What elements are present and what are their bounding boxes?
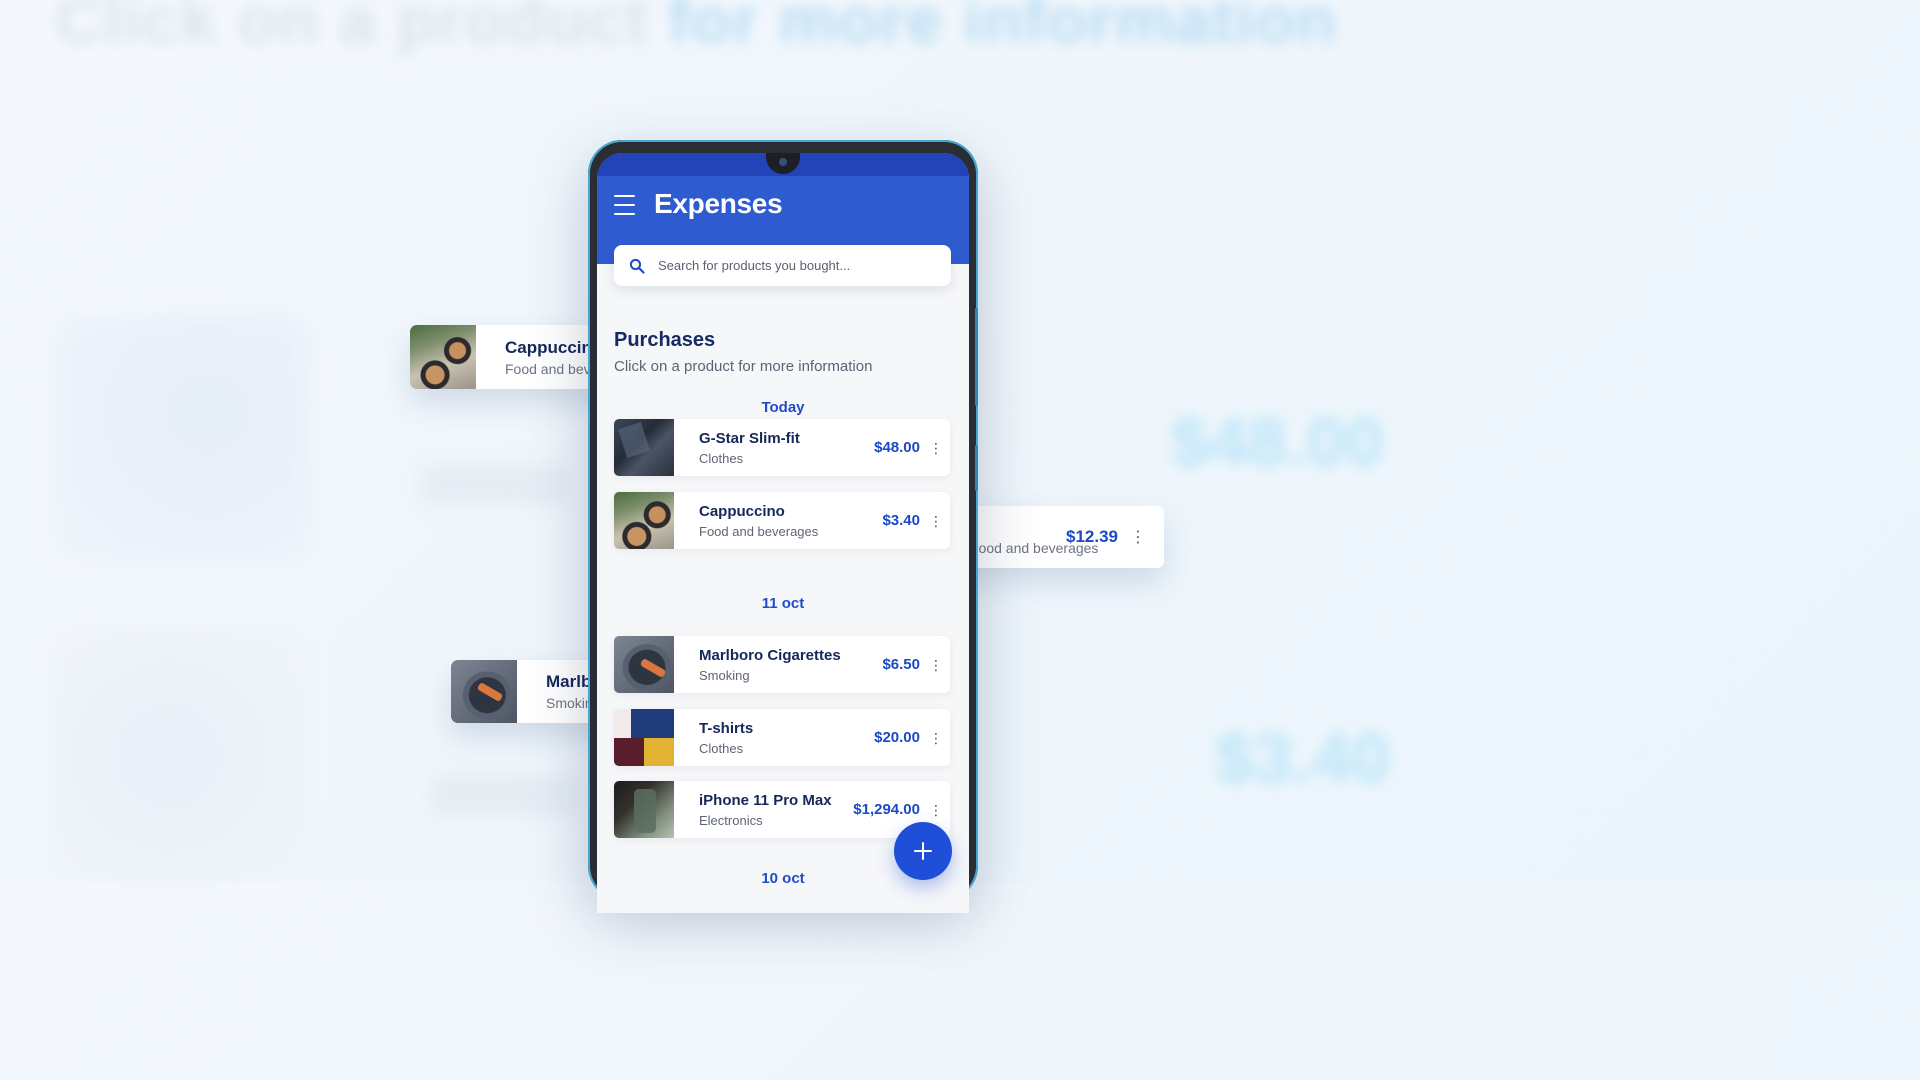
- product-thumbnail: [614, 492, 674, 549]
- background-price: $3.40: [1215, 719, 1391, 797]
- more-options-icon[interactable]: ⋮: [1130, 527, 1146, 547]
- background-heading: Click on a product for more information: [55, 0, 1338, 57]
- product-thumbnail: [614, 636, 674, 693]
- hamburger-menu-icon[interactable]: [614, 195, 635, 215]
- background-product-image: [55, 630, 310, 882]
- product-name: Cappuccino: [699, 502, 785, 520]
- more-options-icon[interactable]: ⋮: [929, 803, 943, 817]
- phone-side-button: [975, 445, 978, 491]
- background-text-blur: [430, 775, 580, 815]
- list-item[interactable]: iPhone 11 Pro Max Electronics $1,294.00 …: [614, 781, 950, 838]
- product-thumbnail: [451, 660, 517, 723]
- product-thumbnail: [614, 709, 674, 766]
- product-category: Smoking: [699, 667, 750, 683]
- more-options-icon[interactable]: ⋮: [929, 731, 943, 745]
- list-item[interactable]: G-Star Slim-fit Clothes $48.00 ⋮: [614, 419, 950, 476]
- add-expense-button[interactable]: [894, 822, 952, 880]
- product-category: Electronics: [699, 812, 763, 828]
- list-item[interactable]: Cappuccino Food and beverages $3.40 ⋮: [614, 492, 950, 549]
- product-price: $1,294.00: [853, 801, 920, 818]
- more-options-icon[interactable]: ⋮: [929, 441, 943, 455]
- product-category: Food and beverages: [699, 523, 819, 539]
- more-options-icon[interactable]: ⋮: [929, 514, 943, 528]
- date-header: 11 oct: [761, 595, 805, 612]
- product-category: Clothes: [699, 740, 744, 756]
- background-text-blur: [420, 465, 570, 505]
- search-icon: [629, 258, 645, 274]
- product-category: Clothes: [699, 450, 744, 466]
- section-title: Purchases: [614, 329, 716, 351]
- floating-product-card[interactable]: Cappuccino Food and beverages: [410, 325, 610, 389]
- product-price: $3.40: [882, 512, 920, 529]
- search-input[interactable]: [656, 257, 930, 274]
- phone-side-button: [975, 308, 978, 406]
- search-bar[interactable]: [614, 245, 951, 286]
- section-subtitle: Click on a product for more information: [614, 358, 873, 375]
- date-header: Today: [761, 399, 805, 416]
- floating-product-card[interactable]: Marlboro Cigarettes Smoking: [451, 660, 611, 723]
- page-title: Expenses: [654, 188, 783, 219]
- background-price: $48.00: [1170, 403, 1385, 481]
- plus-icon: [914, 842, 932, 860]
- product-thumbnail: [614, 419, 674, 476]
- product-price: $6.50: [882, 656, 920, 673]
- product-name: T-shirts: [699, 719, 754, 737]
- app-screen: Expenses Purchases Click on a product fo…: [597, 153, 969, 913]
- list-item[interactable]: T-shirts Clothes $20.00 ⋮: [614, 709, 950, 766]
- product-name: Marlboro Cigarettes: [699, 646, 841, 664]
- product-name: iPhone 11 Pro Max: [699, 791, 832, 809]
- list-item[interactable]: Marlboro Cigarettes Smoking $6.50 ⋮: [614, 636, 950, 693]
- product-thumbnail: [410, 325, 476, 389]
- floating-product-card[interactable]: Food and beverages $12.39 ⋮: [950, 506, 1164, 568]
- product-price: $48.00: [874, 439, 920, 456]
- product-category: Food and beverages: [970, 540, 1099, 556]
- phone-device: Expenses Purchases Click on a product fo…: [588, 140, 978, 913]
- more-options-icon[interactable]: ⋮: [929, 658, 943, 672]
- product-price: $20.00: [874, 729, 920, 746]
- product-name: G-Star Slim-fit: [699, 429, 800, 447]
- product-thumbnail: [614, 781, 674, 838]
- background-product-image: [55, 315, 310, 560]
